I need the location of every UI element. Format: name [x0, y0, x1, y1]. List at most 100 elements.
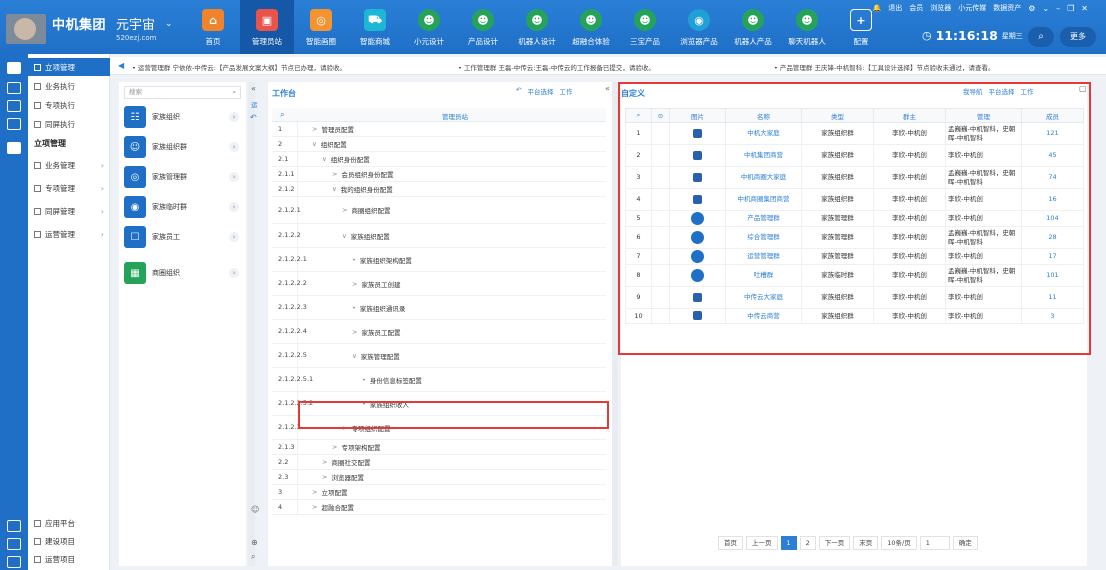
nav-item-1[interactable]: ▣ 管理员站: [240, 0, 294, 54]
chevron-right-icon[interactable]: >: [312, 125, 317, 133]
collapse-icon[interactable]: «: [251, 84, 256, 93]
sidebar-item[interactable]: 同屏执行: [28, 115, 110, 133]
sidebar-item[interactable]: 业务执行: [28, 77, 110, 95]
top-link-browser[interactable]: 浏览器: [930, 3, 951, 13]
chevron-right-icon[interactable]: >: [352, 328, 357, 336]
bullet-icon[interactable]: •: [352, 304, 356, 312]
page-first[interactable]: 首页: [718, 536, 743, 550]
nav-item-6[interactable]: ☻ 机器人设计: [510, 0, 564, 54]
group-item[interactable]: ◉ 家族临时群 ›: [124, 194, 241, 220]
brand-name[interactable]: 元宇宙: [116, 14, 155, 33]
tree-row[interactable]: 2.1.2.2.3 • 家族组织通讯录: [272, 296, 606, 320]
page-last[interactable]: 末页: [853, 536, 879, 550]
chevron-right-icon[interactable]: >: [342, 206, 347, 214]
tree-row[interactable]: 2.1.2.2.2 > 家族员工创建: [272, 272, 606, 296]
top-link-media[interactable]: 小元传媒: [958, 3, 986, 13]
tree-row[interactable]: 1 > 管理员配置: [272, 122, 606, 137]
chevron-right-icon[interactable]: >: [332, 443, 337, 451]
work-button[interactable]: 工作: [559, 86, 572, 96]
bullet-icon[interactable]: •: [352, 256, 356, 264]
chevron-right-icon[interactable]: >: [332, 170, 337, 178]
notify-icon[interactable]: 🔔: [873, 4, 882, 12]
page-next[interactable]: 下一页: [818, 536, 851, 550]
tree-row[interactable]: 2.1.2.2.5.1 • 身份信息标签配置: [272, 368, 606, 392]
back-icon[interactable]: ↶: [250, 113, 257, 122]
tree-row[interactable]: 2.2 > 商圈社交配置: [272, 455, 606, 470]
sidebar-item[interactable]: 立项管理: [28, 58, 110, 76]
dropdown-icon[interactable]: ⌄: [1042, 4, 1049, 13]
sidebar-sub-item[interactable]: 运营管理 ›: [28, 225, 110, 243]
tree-row[interactable]: 4 > 超融合配置: [272, 500, 606, 515]
group-item[interactable]: ▦ 商圈组织 ›: [124, 260, 241, 286]
notice-item[interactable]: • 工作管理群 王磊-中传云:王磊-中传云的工作报备已提交，请验收。: [458, 62, 655, 72]
tree-row[interactable]: 3 > 立项配置: [272, 485, 606, 500]
page-jump-input[interactable]: 1: [919, 536, 950, 550]
chevron-down-icon[interactable]: ⌄: [165, 19, 173, 29]
page-2[interactable]: 2: [799, 536, 816, 550]
tree-row[interactable]: 2.3 > 浏览器配置: [272, 470, 606, 485]
search-icon[interactable]: ⌕: [280, 110, 284, 120]
app-platform-icon[interactable]: [7, 520, 21, 532]
project-icon[interactable]: [7, 62, 21, 74]
tree-row[interactable]: 2.1.2.2.5 ∨ 家族管理配置: [272, 344, 606, 368]
nav-item-11[interactable]: ☻ 聊天机器人: [780, 0, 834, 54]
group-search-input[interactable]: 搜索 ⌕: [124, 86, 241, 99]
tree-row[interactable]: 2.1.3 > 专项架构配置: [272, 440, 606, 455]
search-icon[interactable]: ⌕: [251, 552, 255, 562]
tree-row[interactable]: 2.1.2.2.4 > 家族员工配置: [272, 320, 606, 344]
nav-item-0[interactable]: ⌂ 首页: [186, 0, 240, 54]
group-item[interactable]: ◎ 家族管理群 ›: [124, 164, 241, 190]
sidebar-sub-item[interactable]: 业务管理 ›: [28, 156, 110, 174]
restore-icon[interactable]: ❐: [1067, 4, 1074, 13]
build-icon[interactable]: [7, 538, 21, 550]
tree-row[interactable]: 2 ∨ 组织配置: [272, 137, 606, 152]
top-link-member[interactable]: 会员: [909, 3, 923, 13]
page-size-select[interactable]: 10条/页: [881, 536, 917, 550]
nav-item-4[interactable]: ☻ 小元设计: [402, 0, 456, 54]
chevron-down-icon[interactable]: ∨: [322, 155, 327, 163]
business-icon[interactable]: [7, 82, 21, 94]
chevron-down-icon[interactable]: ∨: [342, 232, 347, 240]
maximize-icon[interactable]: ▢: [1079, 84, 1087, 93]
chevron-right-icon[interactable]: >: [322, 458, 327, 466]
chevron-down-icon[interactable]: ∨: [332, 185, 337, 193]
tree-row[interactable]: 2.1.2.1 > 商圈组织配置: [272, 197, 606, 224]
sidebar-sub-item[interactable]: 同屏管理 ›: [28, 202, 110, 220]
sidebar-bottom-item[interactable]: 应用平台: [28, 514, 110, 532]
settings-icon[interactable]: ⚙: [1028, 4, 1035, 13]
search-button[interactable]: ⌕: [1028, 27, 1054, 47]
nav-item-2[interactable]: ◎ 智能画圈: [294, 0, 348, 54]
splitter[interactable]: [248, 82, 255, 566]
group-item[interactable]: ☺ 家族组织群 ›: [124, 134, 241, 160]
add-icon[interactable]: ⊕: [251, 538, 258, 547]
chevron-right-icon[interactable]: >: [312, 488, 317, 496]
nav-item-7[interactable]: ☻ 超融合体验: [564, 0, 618, 54]
chevron-right-icon[interactable]: >: [352, 280, 357, 288]
more-button[interactable]: 更多: [1060, 27, 1096, 47]
ops-icon[interactable]: [7, 556, 21, 568]
sidebar-item[interactable]: 专项执行: [28, 96, 110, 114]
minimize-icon[interactable]: –: [1056, 4, 1060, 13]
sidebar-bottom-item[interactable]: 运营项目: [28, 550, 110, 568]
group-item[interactable]: ☐ 家族员工 ›: [124, 224, 241, 250]
tree-row[interactable]: 2.1 ∨ 组织身份配置: [272, 152, 606, 167]
tree-row[interactable]: 2.1.2.2 ∨ 家族组织配置: [272, 224, 606, 248]
emoji-icon[interactable]: ☺: [251, 505, 259, 514]
page-jump-button[interactable]: 确定: [952, 536, 978, 550]
top-link-assets[interactable]: 数据资产: [993, 3, 1021, 13]
tree-row[interactable]: 2.1.2 ∨ 我的组织身份配置: [272, 182, 606, 197]
nav-item-8[interactable]: ☻ 三宝产品: [618, 0, 672, 54]
nav-item-9[interactable]: ◉ 浏览器产品: [672, 0, 726, 54]
nav-item-3[interactable]: ⛟ 智能商城: [348, 0, 402, 54]
group-item[interactable]: ☷ 家族组织 ›: [124, 104, 241, 130]
sidebar-sub-item[interactable]: 专项管理 ›: [28, 179, 110, 197]
collapse-icon[interactable]: «: [605, 84, 610, 93]
nav-item-5[interactable]: ☻ 产品设计: [456, 0, 510, 54]
screen-icon[interactable]: [7, 118, 21, 130]
sidebar-bottom-item[interactable]: 建设项目: [28, 532, 110, 550]
page-prev[interactable]: 上一页: [746, 536, 778, 550]
chevron-right-icon[interactable]: >: [322, 473, 327, 481]
share-icon[interactable]: ↶: [516, 86, 521, 96]
manage-icon[interactable]: [7, 142, 21, 154]
notice-item[interactable]: • 运营管理群 宁依依-中传云:【产品发展文案大纲】节点已办理，请验收。: [132, 62, 346, 72]
